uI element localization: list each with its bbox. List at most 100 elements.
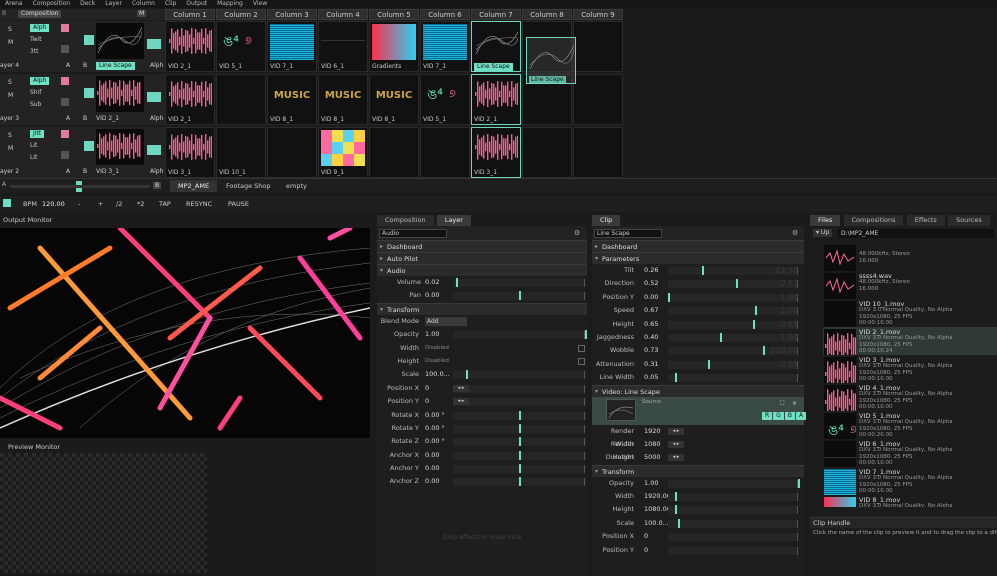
tab-composition[interactable]: Composition	[377, 215, 434, 226]
file-item[interactable]: VID 10_1.mov DXV 3.0 Normal Quality, No A…	[823, 299, 997, 327]
clip-slot[interactable]	[573, 74, 623, 125]
clip-slot[interactable]: VID 2_1	[165, 74, 215, 125]
menu-view[interactable]: View	[248, 0, 272, 8]
clip-param-slider-handle[interactable]	[735, 279, 738, 289]
composition-label[interactable]: Composition	[18, 10, 62, 18]
path-field[interactable]: D:\MP2_AME	[838, 229, 994, 238]
layer-blend-option[interactable]: 3tt	[30, 48, 39, 55]
bpm-value[interactable]: 120.00	[42, 200, 65, 208]
clip-slot[interactable]: MUSIC VID 8_1	[318, 74, 368, 125]
clip-transform-param-slider-handle[interactable]	[674, 492, 677, 502]
resync-button[interactable]: RESYNC	[186, 200, 212, 208]
transform-param-value[interactable]: Disabled	[425, 355, 449, 368]
tab-files[interactable]: Files	[810, 215, 841, 226]
audio-section[interactable]: Audio	[377, 264, 587, 277]
layer-bypass-toggle[interactable]	[61, 130, 69, 138]
transform-param-slider-handle[interactable]	[519, 450, 521, 460]
channel-g-toggle[interactable]: G	[773, 411, 784, 420]
file-item[interactable]: VID 4_1.mov DXV 3.0 Normal Quality, No Al…	[823, 383, 997, 411]
layer-blend-option[interactable]: Jitt	[30, 130, 45, 138]
clip-param-value[interactable]: 0.00	[644, 291, 658, 304]
layer-blend-option[interactable]: Lit	[30, 154, 37, 161]
clip-transform-param-value[interactable]: 100.0...	[644, 517, 669, 530]
clip-param-slider[interactable]	[668, 333, 798, 342]
clip-slot[interactable]: ঙ⁴ ୭ VID 5_1	[420, 74, 470, 125]
menu-deck[interactable]: Deck	[75, 0, 100, 8]
clip-param-slider-handle[interactable]	[708, 359, 711, 369]
column-header-1[interactable]: Column 1	[165, 9, 215, 20]
channel-a-toggle[interactable]: A	[795, 411, 807, 420]
channel-r-toggle[interactable]: R	[762, 411, 773, 420]
layer-autopilot-button[interactable]	[147, 145, 161, 155]
clip-slot[interactable]: VID 6_1	[318, 21, 368, 72]
clip-slot[interactable]: VID 10_1	[216, 127, 266, 178]
dashboard-section[interactable]: Dashboard	[377, 240, 587, 253]
layer-solo-button[interactable]: S	[8, 26, 12, 33]
clip-slot[interactable]: VID 2_1	[471, 74, 521, 125]
stepper[interactable]: ◂ ▸	[668, 440, 684, 448]
clip-transform-param-slider[interactable]	[668, 479, 798, 488]
clip-param-slider[interactable]	[668, 374, 798, 383]
deck-b-button[interactable]: B	[153, 182, 162, 189]
layer-b-button[interactable]: B	[83, 168, 87, 175]
menu-clip[interactable]: Clip	[160, 0, 181, 8]
clip-param-slider[interactable]	[668, 293, 798, 302]
clip-slot[interactable]: VID 3_1	[165, 127, 215, 178]
menu-column[interactable]: Column	[127, 0, 160, 8]
transform-param-value[interactable]: 0.00 °	[425, 435, 445, 448]
file-item[interactable]: VID 7_1.mov DXV 3.0 Normal Quality, No Al…	[823, 467, 997, 495]
clip-param-slider-handle[interactable]	[755, 306, 758, 316]
clip-slot[interactable]: Line Scape	[471, 21, 521, 72]
clip-transform-param-value[interactable]: 1920.00	[644, 490, 671, 503]
transform-param-value[interactable]: Disabled	[425, 342, 449, 355]
tab-layer[interactable]: Layer	[436, 215, 471, 226]
tab-compositions[interactable]: Compositions	[843, 215, 904, 226]
column-header-5[interactable]: Column 5	[369, 9, 419, 20]
clip-slot[interactable]: VID 7_1	[267, 21, 317, 72]
transform-param-value[interactable]: 0.00 °	[425, 409, 445, 422]
transform-param-value[interactable]: 100.0...	[425, 368, 450, 381]
transform-param-value[interactable]: 0.00	[425, 449, 439, 462]
layer-a-button[interactable]: A	[66, 168, 70, 175]
stepper[interactable]: ◂ ▸	[453, 384, 469, 392]
tab-clip[interactable]: Clip	[592, 215, 621, 226]
enable-checkbox[interactable]	[578, 357, 585, 365]
up-button[interactable]: ▾ Up	[813, 229, 833, 237]
clip-slot[interactable]	[369, 127, 419, 178]
clip-param-slider-handle[interactable]	[668, 292, 670, 302]
layer-autopilot-button[interactable]	[147, 39, 161, 49]
column-header-2[interactable]: Column 2	[216, 9, 266, 20]
clip-name-field[interactable]: Line Scape	[594, 229, 662, 238]
clip-param-slider-handle[interactable]	[701, 266, 704, 275]
video-param-value[interactable]: 1920	[644, 425, 661, 438]
clip-param-value[interactable]: 0.73	[644, 344, 658, 357]
menu-arena[interactable]: Arena	[0, 0, 28, 8]
column-header-3[interactable]: Column 3	[267, 9, 317, 20]
layer-settings-icon[interactable]: ⚙	[574, 229, 580, 237]
column-header-7[interactable]: Column 7	[471, 9, 521, 20]
layer-blend-option[interactable]: Alph	[30, 24, 50, 32]
clip-slot[interactable]	[573, 127, 623, 178]
transform-param-slider-handle[interactable]	[585, 330, 587, 340]
clip-param-slider[interactable]	[668, 307, 798, 316]
clip-transform-param-slider[interactable]	[668, 533, 798, 542]
clip-param-slider[interactable]	[668, 320, 798, 329]
clip-param-slider-handle[interactable]	[674, 373, 677, 383]
audio-param-value[interactable]: 0.02	[425, 276, 439, 289]
transform-param-value[interactable]: 0.00	[425, 462, 439, 475]
clip-slot[interactable]: ঙ⁴ ୭ VID 5_1	[216, 21, 266, 72]
clip-param-slider-handle[interactable]	[762, 346, 765, 356]
clip-slot[interactable]: VID 9_1	[318, 127, 368, 178]
deck-tab-mp2-ame[interactable]: MP2_AME	[170, 180, 218, 192]
clip-transform-section[interactable]: Transform	[592, 464, 804, 478]
video-section[interactable]: Video: Line Scape	[592, 384, 804, 398]
crossfader-track[interactable]	[10, 185, 150, 188]
file-item[interactable]: ssss4.wav 48.000kHz, Stereo 16.000	[823, 271, 997, 299]
transform-param-value[interactable]: 0	[425, 395, 429, 408]
deck-tab-footage-shop[interactable]: Footage Shop	[220, 180, 277, 192]
layer-solo-button[interactable]: S	[8, 132, 12, 139]
transform-param-value[interactable]: 0.00 °	[425, 422, 445, 435]
video-param-value[interactable]: 1080	[644, 438, 661, 451]
layer-mute-button[interactable]: M	[8, 39, 13, 46]
clip-transform-param-slider-handle[interactable]	[798, 478, 800, 488]
